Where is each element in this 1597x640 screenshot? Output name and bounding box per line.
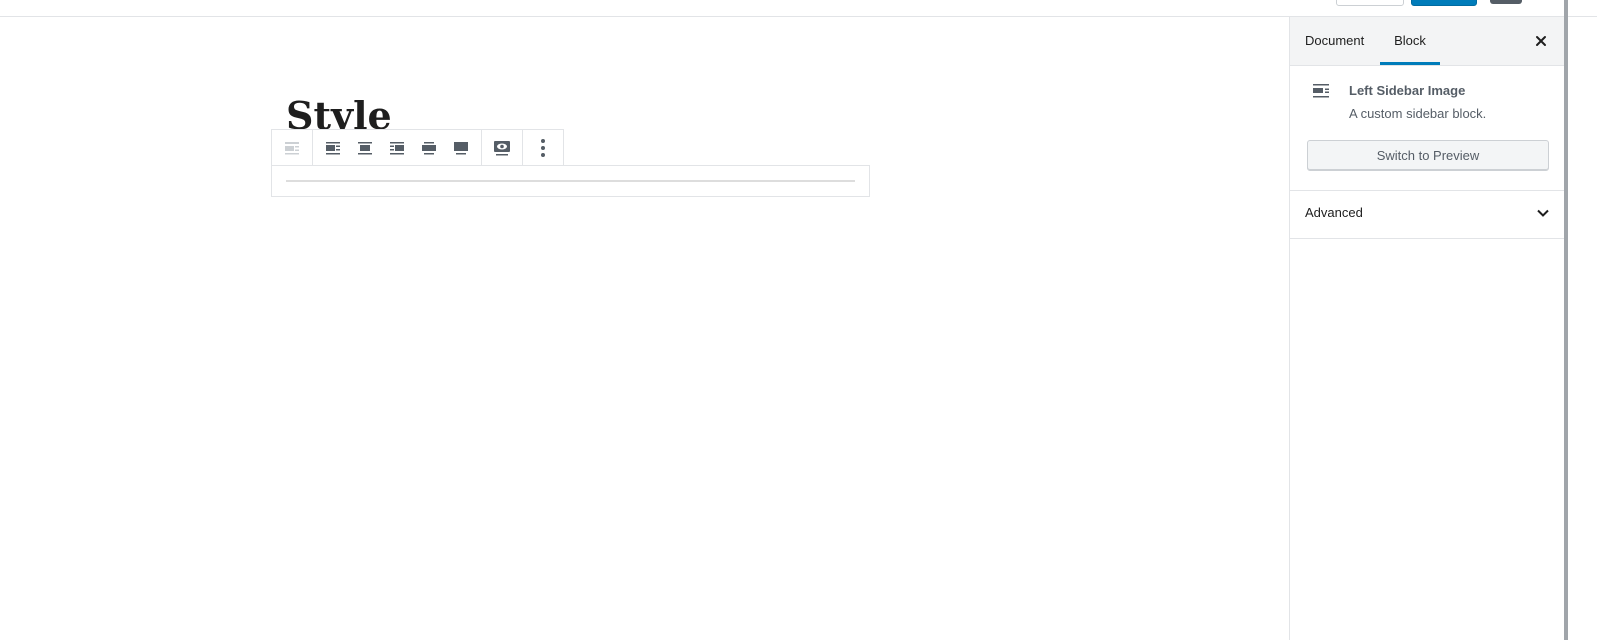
preview-button[interactable] <box>486 130 518 166</box>
sidebar-tabs: Document Block <box>1290 17 1565 66</box>
block-type-button[interactable] <box>276 130 308 166</box>
close-sidebar-button[interactable] <box>1529 29 1553 53</box>
more-options-button[interactable] <box>527 130 559 166</box>
toolbar-group-more <box>523 130 563 166</box>
block-type-icon <box>285 142 299 155</box>
close-icon <box>1536 36 1546 46</box>
advanced-panel-label: Advanced <box>1305 205 1363 220</box>
align-left-button[interactable] <box>317 130 349 166</box>
align-wide-button[interactable] <box>413 130 445 166</box>
settings-sidebar: Document Block Left Sidebar Image A cust… <box>1289 17 1565 640</box>
block-card-title: Left Sidebar Image <box>1349 83 1466 98</box>
chevron-down-icon <box>1537 209 1549 217</box>
switch-to-preview-button[interactable]: Switch to Preview <box>1307 140 1549 171</box>
tab-document[interactable]: Document <box>1305 17 1364 65</box>
align-right-icon <box>390 142 404 155</box>
editor-header <box>0 0 1597 17</box>
toolbar-group-block-type <box>272 130 313 166</box>
align-wide-icon <box>422 142 436 155</box>
toolbar-group-alignment <box>313 130 482 166</box>
header-settings-button[interactable] <box>1490 0 1522 4</box>
align-full-icon <box>454 142 468 155</box>
left-sidebar-block-icon <box>1312 82 1332 102</box>
align-center-button[interactable] <box>349 130 381 166</box>
align-left-icon <box>326 142 340 155</box>
align-full-button[interactable] <box>445 130 477 166</box>
align-center-icon <box>358 142 372 155</box>
block-toolbar <box>271 129 564 166</box>
block-separator-line <box>286 180 855 182</box>
scrollbar[interactable] <box>1564 0 1568 640</box>
align-right-button[interactable] <box>381 130 413 166</box>
block-card-description: A custom sidebar block. <box>1349 106 1487 121</box>
preview-eye-icon <box>494 141 510 156</box>
block-card: Left Sidebar Image A custom sidebar bloc… <box>1290 66 1565 191</box>
header-publish-button[interactable] <box>1411 0 1477 6</box>
tab-block[interactable]: Block <box>1380 17 1440 65</box>
post-title[interactable]: Style <box>286 91 392 131</box>
more-options-icon <box>541 139 545 157</box>
editor-canvas: Style <box>0 17 1289 640</box>
header-secondary-button[interactable] <box>1336 0 1404 6</box>
left-sidebar-image-block[interactable] <box>271 165 870 197</box>
toolbar-group-preview <box>482 130 523 166</box>
advanced-panel-toggle[interactable]: Advanced <box>1290 191 1565 239</box>
